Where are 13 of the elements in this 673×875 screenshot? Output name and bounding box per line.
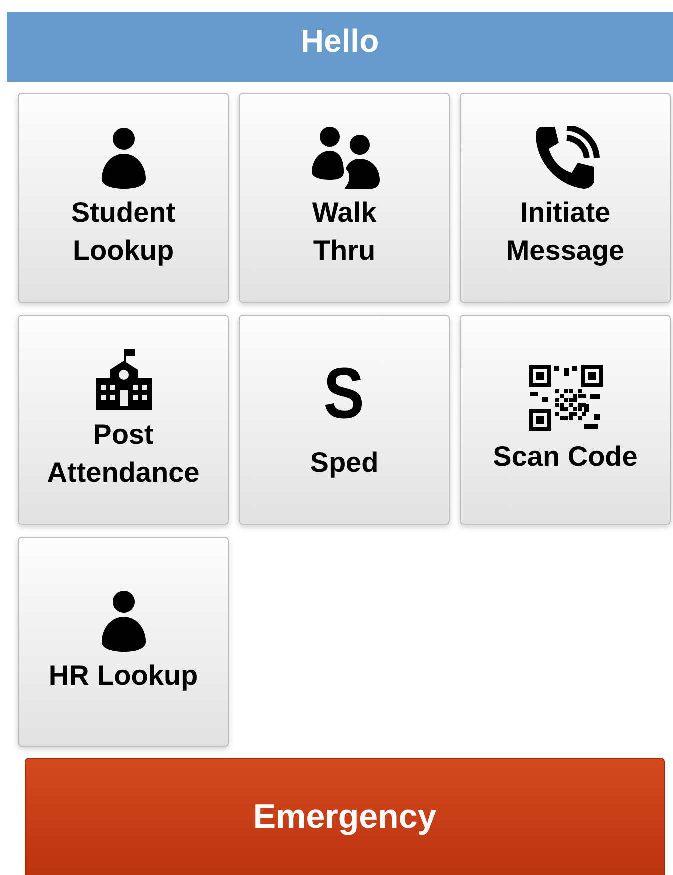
tile-button[interactable]: Post Attendance	[18, 315, 229, 525]
tile-button[interactable]: Student Lookup	[18, 93, 229, 303]
tile-button[interactable]: Scan Code	[460, 315, 671, 525]
s-letter-icon: S	[324, 358, 365, 430]
person-icon	[100, 126, 148, 190]
tile-button[interactable]: Walk Thru	[239, 93, 450, 303]
person-icon	[100, 589, 148, 653]
emergency-button[interactable]: Emergency	[25, 758, 665, 875]
tile-button[interactable]: HR Lookup	[18, 537, 229, 747]
header-title: Hello	[300, 22, 380, 60]
tile-button[interactable]: S Sped	[239, 315, 450, 525]
people-icon	[310, 126, 380, 190]
tile-button[interactable]: Initiate Message	[460, 93, 671, 303]
